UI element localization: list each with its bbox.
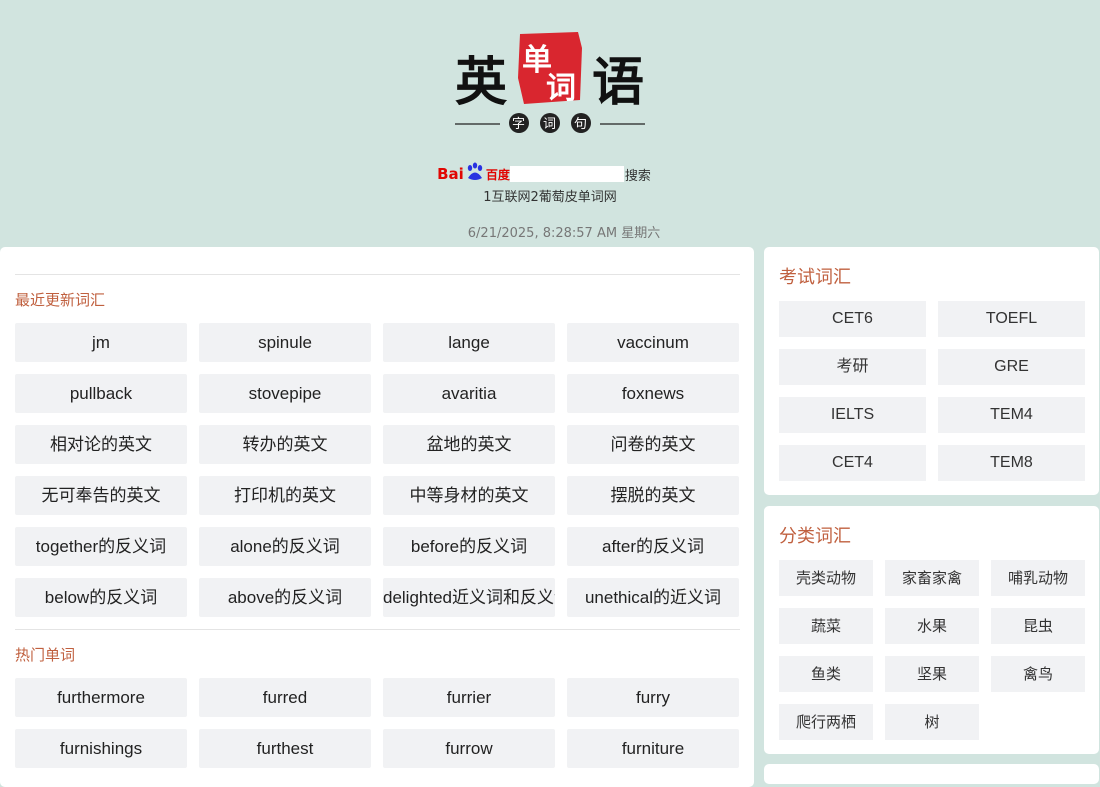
exam-item[interactable]: TOEFL bbox=[938, 301, 1085, 337]
exam-vocab-grid: CET6 TOEFL 考研 GRE IELTS TEM4 CET4 TEM8 bbox=[779, 301, 1085, 481]
search-input[interactable] bbox=[509, 166, 624, 182]
recent-word[interactable]: 问卷的英文 bbox=[567, 425, 739, 464]
recent-word[interactable]: 无可奉告的英文 bbox=[15, 476, 187, 515]
category-vocab-title: 分类词汇 bbox=[779, 526, 851, 547]
category-item[interactable]: 蔬菜 bbox=[779, 608, 873, 644]
recent-word[interactable]: 摆脱的英文 bbox=[567, 476, 739, 515]
paw-icon bbox=[465, 162, 485, 186]
category-item[interactable]: 水果 bbox=[885, 608, 979, 644]
category-item[interactable]: 坚果 bbox=[885, 656, 979, 692]
site-link[interactable]: 1互联网2葡萄皮单词网 bbox=[0, 186, 1100, 205]
exam-item[interactable]: 考研 bbox=[779, 349, 926, 385]
hot-words-title: 热门单词 bbox=[15, 646, 76, 664]
recent-words-grid: jm spinule lange vaccinum pullback stove… bbox=[15, 323, 740, 617]
more-vocab-panel bbox=[764, 764, 1099, 784]
site-logo[interactable]: 英 语 单 词 字 词 句 bbox=[450, 28, 650, 140]
recent-word[interactable]: alone的反义词 bbox=[199, 527, 371, 566]
divider bbox=[15, 629, 740, 630]
category-item[interactable]: 树 bbox=[885, 704, 979, 740]
recent-word[interactable]: lange bbox=[383, 323, 555, 362]
recent-word[interactable]: spinule bbox=[199, 323, 371, 362]
hot-word[interactable]: furthest bbox=[199, 729, 371, 768]
current-datetime: 6/21/2025, 8:28:57 AM 星期六 bbox=[467, 226, 661, 241]
exam-item[interactable]: GRE bbox=[938, 349, 1085, 385]
recent-word[interactable]: 盆地的英文 bbox=[383, 425, 555, 464]
recent-word[interactable]: jm bbox=[15, 323, 187, 362]
category-item[interactable]: 家畜家禽 bbox=[885, 560, 979, 596]
recent-word[interactable]: after的反义词 bbox=[567, 527, 739, 566]
recent-word[interactable]: 中等身材的英文 bbox=[383, 476, 555, 515]
recent-word[interactable]: pullback bbox=[15, 374, 187, 413]
recent-word[interactable]: below的反义词 bbox=[15, 578, 187, 617]
hot-word[interactable]: furrier bbox=[383, 678, 555, 717]
category-vocab-panel: 分类词汇 壳类动物 家畜家禽 哺乳动物 蔬菜 水果 昆虫 鱼类 坚果 禽鸟 爬行… bbox=[764, 506, 1099, 754]
hot-word[interactable]: furniture bbox=[567, 729, 739, 768]
recent-word[interactable]: foxnews bbox=[567, 374, 739, 413]
category-item[interactable]: 鱼类 bbox=[779, 656, 873, 692]
recent-word[interactable]: unethical的近义词 bbox=[567, 578, 739, 617]
logo-sub-char-1: 字 bbox=[512, 117, 525, 132]
recent-word[interactable]: avaritia bbox=[383, 374, 555, 413]
exam-item[interactable]: CET6 bbox=[779, 301, 926, 337]
hot-words-grid: furthermore furred furrier furry furnish… bbox=[15, 678, 740, 768]
exam-vocab-title: 考试词汇 bbox=[779, 267, 851, 288]
baidu-logo[interactable]: Bai 百度 bbox=[437, 162, 510, 186]
exam-vocab-panel: 考试词汇 CET6 TOEFL 考研 GRE IELTS TEM4 CET4 T… bbox=[764, 247, 1099, 495]
recent-word[interactable]: 转办的英文 bbox=[199, 425, 371, 464]
recent-word[interactable]: 打印机的英文 bbox=[199, 476, 371, 515]
category-item[interactable]: 哺乳动物 bbox=[991, 560, 1085, 596]
exam-item[interactable]: IELTS bbox=[779, 397, 926, 433]
baidu-logo-bai: Bai bbox=[437, 165, 464, 183]
category-item[interactable]: 壳类动物 bbox=[779, 560, 873, 596]
hot-word[interactable]: furred bbox=[199, 678, 371, 717]
baidu-search-bar: Bai 百度 搜索 bbox=[0, 162, 1100, 186]
recent-word[interactable]: above的反义词 bbox=[199, 578, 371, 617]
search-button[interactable]: 搜索 bbox=[625, 165, 651, 184]
logo-sub-char-2: 词 bbox=[543, 117, 556, 132]
category-item[interactable]: 禽鸟 bbox=[991, 656, 1085, 692]
recent-word[interactable]: before的反义词 bbox=[383, 527, 555, 566]
logo-char-1: 英 bbox=[455, 52, 508, 113]
logo-seal-char-2: 词 bbox=[546, 71, 576, 106]
hot-word[interactable]: furnishings bbox=[15, 729, 187, 768]
exam-item[interactable]: TEM8 bbox=[938, 445, 1085, 481]
logo-graphic: 英 语 单 词 字 词 句 bbox=[455, 32, 645, 133]
category-item[interactable]: 昆虫 bbox=[991, 608, 1085, 644]
exam-item[interactable]: TEM4 bbox=[938, 397, 1085, 433]
hot-word[interactable]: furrow bbox=[383, 729, 555, 768]
logo-char-2: 语 bbox=[592, 52, 644, 113]
recent-word[interactable]: together的反义词 bbox=[15, 527, 187, 566]
category-vocab-grid: 壳类动物 家畜家禽 哺乳动物 蔬菜 水果 昆虫 鱼类 坚果 禽鸟 爬行两栖 树 bbox=[779, 560, 1085, 740]
recent-word[interactable]: 相对论的英文 bbox=[15, 425, 187, 464]
recent-word[interactable]: delighted近义词和反义词 bbox=[383, 578, 555, 617]
logo-sub-char-3: 句 bbox=[574, 117, 587, 132]
recent-word[interactable]: vaccinum bbox=[567, 323, 739, 362]
category-item[interactable]: 爬行两栖 bbox=[779, 704, 873, 740]
baidu-logo-du: 百度 bbox=[485, 167, 510, 182]
recent-words-title: 最近更新词汇 bbox=[15, 291, 106, 309]
hot-word[interactable]: furry bbox=[567, 678, 739, 717]
main-panel: 最近更新词汇 jm spinule lange vaccinum pullbac… bbox=[0, 247, 754, 787]
divider bbox=[15, 274, 740, 275]
exam-item[interactable]: CET4 bbox=[779, 445, 926, 481]
recent-word[interactable]: stovepipe bbox=[199, 374, 371, 413]
hot-word[interactable]: furthermore bbox=[15, 678, 187, 717]
